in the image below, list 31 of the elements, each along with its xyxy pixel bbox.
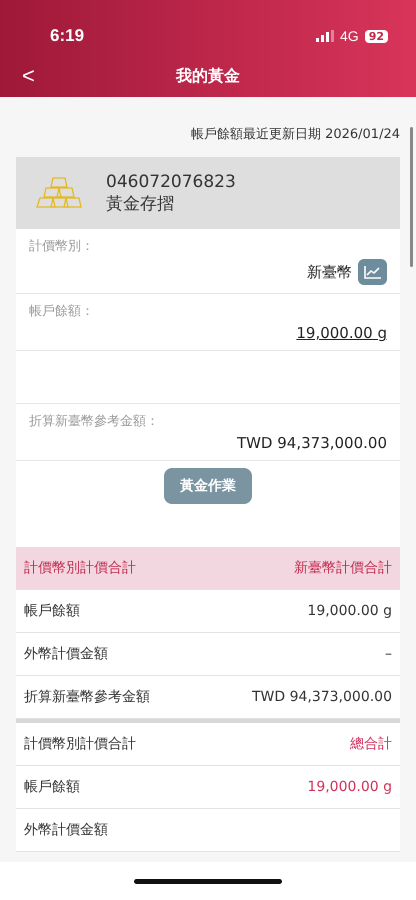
back-button[interactable]: < xyxy=(18,63,39,89)
trend-chart-button[interactable] xyxy=(358,259,387,285)
battery-level: 92 xyxy=(364,30,388,42)
table-cell: 19,000.00 g xyxy=(307,603,392,619)
table-cell: 折算新臺幣參考金額 xyxy=(24,688,150,706)
network-label: 4G xyxy=(340,28,359,44)
field-value: TWD 94,373,000.00 xyxy=(236,434,387,452)
balance-link[interactable]: 19,000.00 g xyxy=(296,324,387,342)
table-cell: TWD 94,373,000.00 xyxy=(252,689,392,705)
table-cell: 新臺幣計價合計 xyxy=(294,559,392,577)
table-cell: – xyxy=(385,646,392,662)
bullion-icon xyxy=(36,177,82,209)
table-cell: 外幣計價金額 xyxy=(24,645,108,663)
signal-icon xyxy=(316,30,334,42)
table-cell: 外幣計價金額 xyxy=(24,821,108,839)
table-cell: 19,000.00 g xyxy=(307,779,392,795)
line-chart-icon xyxy=(364,265,382,279)
table-cell: 總合計 xyxy=(350,735,392,753)
account-type: 黃金存摺 xyxy=(106,192,175,214)
page-title: 我的黃金 xyxy=(176,66,240,86)
table-cell: 帳戶餘額 xyxy=(24,778,80,796)
field-label: 計價幣別： xyxy=(29,238,95,255)
field-label: 折算新臺幣參考金額： xyxy=(29,413,160,430)
update-date-note: 帳戶餘額最近更新日期 2026/01/24 xyxy=(190,126,400,144)
table-cell: 計價幣別計價合計 xyxy=(24,735,136,753)
table-cell: 帳戶餘額 xyxy=(24,602,80,620)
account-number: 046072076823 xyxy=(106,172,236,192)
table-cell: 計價幣別計價合計 xyxy=(24,559,136,577)
field-value: 新臺幣 xyxy=(307,262,352,282)
status-time: 6:19 xyxy=(50,26,84,46)
field-label: 帳戶餘額： xyxy=(29,303,95,320)
